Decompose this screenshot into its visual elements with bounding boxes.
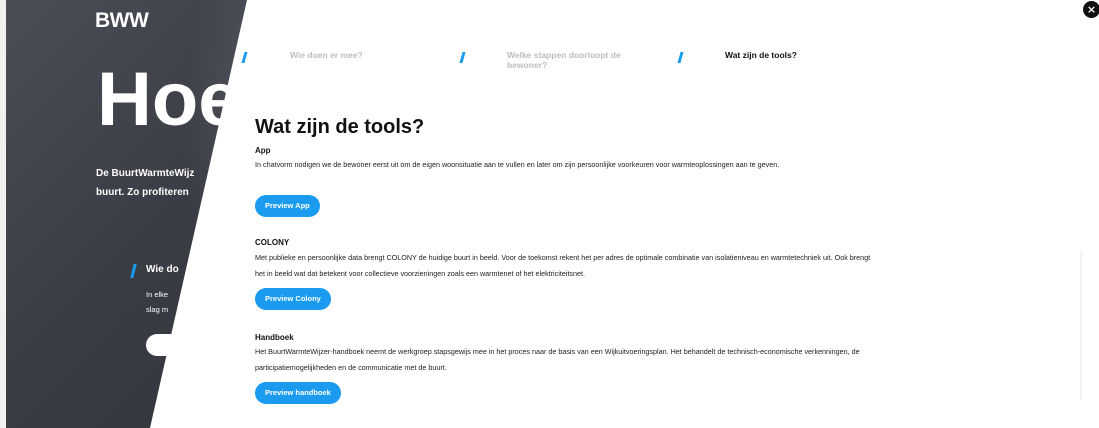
background-subtext-line-2: slag m [146, 305, 169, 314]
section-heading-handboek: Handboek [255, 333, 294, 342]
step-resident-steps[interactable]: Welke stappen doorloopt de bewoner? [507, 50, 649, 70]
slash-icon [677, 52, 684, 63]
section-heading-colony: COLONY [255, 238, 290, 247]
section-heading-app: App [255, 146, 271, 155]
page-title: Wat zijn de tools? [255, 116, 425, 138]
intro-line-1: De BuurtWarmteWijz [96, 168, 195, 179]
section-text-colony: Met publieke en persoonlijke data brengt… [255, 253, 871, 278]
background-edge [0, 0, 6, 428]
step-tools[interactable]: Wat zijn de tools? [725, 50, 865, 60]
intro-text: De BuurtWarmteWijz buurt. Zo profiteren [96, 164, 194, 202]
section-text-app: In chatvorm nodigen we de bewoner eerst … [255, 160, 780, 169]
panel-edge-line [1080, 250, 1082, 400]
slash-icon [459, 52, 466, 63]
preview-app-button[interactable]: Preview App [255, 195, 320, 217]
section-text-handboek: Het BuurtWarmteWijzer-handboek neemt de … [255, 347, 860, 372]
close-icon[interactable]: × [1083, 1, 1099, 18]
background-subtext-line-1: In elke [146, 290, 169, 299]
slash-icon [241, 52, 248, 63]
logo[interactable]: BWW [95, 9, 149, 33]
preview-colony-button[interactable]: Preview Colony [255, 288, 331, 310]
preview-handboek-button[interactable]: Preview handboek [255, 382, 341, 404]
step-who-participates[interactable]: Wie doen er mee? [290, 50, 430, 60]
background-subtext: In elke slag m [146, 287, 168, 317]
background-subheading: Wie do [146, 264, 179, 275]
intro-line-2: buurt. Zo profiteren [96, 187, 189, 198]
